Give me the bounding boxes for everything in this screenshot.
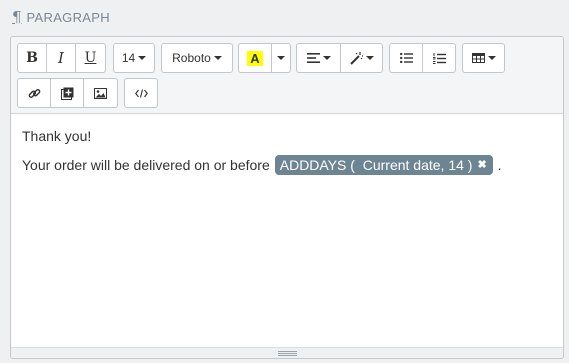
chevron-down-icon [322, 56, 331, 60]
resize-handle[interactable] [11, 347, 563, 358]
insert-snippet-button[interactable] [51, 78, 84, 108]
magic-wand-icon [349, 51, 363, 65]
table-dropdown[interactable] [462, 43, 505, 73]
font-family-dropdown[interactable]: Roboto [161, 43, 233, 73]
formula-token-chip[interactable]: ADDDAYS ( Current date, 14 ) ✖ [274, 155, 493, 175]
chevron-down-icon [365, 56, 374, 60]
close-icon[interactable]: ✖ [477, 155, 486, 175]
magic-style-dropdown[interactable] [341, 43, 383, 73]
table-icon [471, 53, 485, 63]
numbered-list-icon [432, 52, 446, 64]
bullet-list-icon [399, 53, 413, 63]
insert-image-button[interactable] [84, 78, 118, 108]
underline-button[interactable]: U [76, 43, 106, 73]
rich-text-editor: B I U 14 Roboto A Thank you! Your order … [10, 36, 564, 359]
highlight-color-dropdown[interactable] [272, 43, 291, 73]
font-size-value: 14 [121, 51, 136, 65]
line-2-suffix-text: . [497, 157, 502, 173]
insert-link-button[interactable] [17, 78, 51, 108]
section-header: ¶ PARAGRAPH [12, 8, 110, 26]
pilcrow-icon: ¶ [12, 7, 22, 26]
chevron-down-icon [277, 56, 285, 60]
line-2-prefix-text: Your order will be delivered on or befor… [22, 157, 270, 173]
align-left-icon [306, 53, 320, 63]
paragraph-align-dropdown[interactable] [296, 43, 341, 73]
bold-button[interactable]: B [17, 43, 47, 73]
chevron-down-icon [138, 56, 147, 60]
editor-toolbar: B I U 14 Roboto A [11, 37, 563, 114]
image-icon [94, 87, 107, 99]
ordered-list-button[interactable] [423, 43, 456, 73]
grip-icon [277, 350, 297, 356]
add-block-icon [60, 87, 74, 100]
chevron-down-icon [213, 56, 222, 60]
section-title: PARAGRAPH [26, 9, 110, 25]
code-icon [134, 88, 148, 98]
chevron-down-icon [487, 56, 496, 60]
font-family-value: Roboto [172, 51, 211, 65]
code-view-button[interactable] [124, 78, 158, 108]
editor-content-area[interactable]: Thank you! Your order will be delivered … [11, 114, 563, 348]
highlight-color-button[interactable]: A [238, 43, 272, 73]
font-size-dropdown[interactable]: 14 [113, 43, 155, 73]
italic-button[interactable]: I [47, 43, 76, 73]
text-highlight-icon: A [247, 50, 263, 66]
content-line-1: Thank you! [22, 128, 92, 144]
content-line-2: Your order will be delivered on or befor… [22, 155, 552, 175]
link-icon [28, 87, 41, 100]
unordered-list-button[interactable] [389, 43, 423, 73]
formula-token-text: ADDDAYS ( Current date, 14 ) [279, 157, 473, 173]
